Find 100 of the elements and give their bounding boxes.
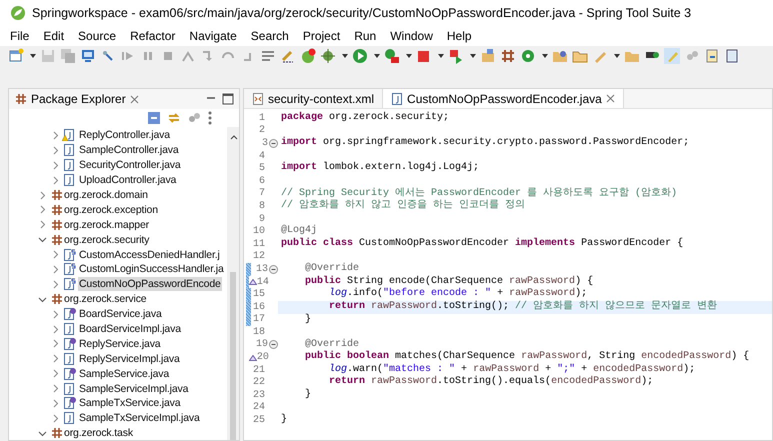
scrollbar[interactable] bbox=[227, 127, 239, 440]
tree-item[interactable]: SecurityController.java bbox=[78, 158, 182, 172]
view-menu-icon[interactable] bbox=[207, 111, 213, 125]
line-number: 4 bbox=[258, 150, 265, 163]
tree-item[interactable]: CustomAccessDeniedHandler.j bbox=[78, 248, 221, 262]
monitor-icon[interactable] bbox=[80, 48, 96, 64]
chevron-down-icon[interactable] bbox=[38, 294, 47, 304]
package-grid-icon bbox=[51, 293, 63, 306]
editor-tab[interactable]: CustomNoOpPasswordEncoder.java bbox=[383, 89, 624, 108]
new-window-icon[interactable] bbox=[8, 48, 24, 64]
stop-icon[interactable] bbox=[416, 48, 432, 64]
line-number: 7 bbox=[258, 187, 265, 201]
tree-item[interactable]: SampleTxServiceImpl.java bbox=[78, 411, 201, 426]
code-line: import org.springframework.security.crypto.password.PasswordEncoder; bbox=[281, 137, 690, 148]
line-number: 3 bbox=[262, 136, 268, 151]
package-grid-icon bbox=[51, 234, 63, 246]
tree-item[interactable]: SampleController.java bbox=[78, 143, 180, 158]
line-number: 5 bbox=[258, 162, 265, 176]
tree-item[interactable]: CustomLoginSuccessHandler.ja bbox=[78, 262, 225, 276]
code-line: @Override bbox=[304, 338, 360, 350]
java-file-interface-icon bbox=[62, 397, 76, 410]
tree-item[interactable]: SampleTxService.java bbox=[78, 396, 182, 410]
code-line: @Log4j bbox=[281, 225, 318, 236]
menu-item[interactable]: Run bbox=[354, 27, 376, 45]
chevron-right-icon[interactable] bbox=[38, 190, 47, 200]
chevron-down-icon[interactable] bbox=[38, 235, 47, 244]
java-file-icon bbox=[62, 174, 76, 186]
code-line: public String encode(CharSequence rawPassword) { bbox=[304, 276, 594, 287]
menu-item[interactable]: Window bbox=[390, 27, 433, 45]
tree-item[interactable]: org.zerock.security bbox=[63, 232, 150, 247]
tree-item[interactable]: SampleService.java bbox=[78, 366, 170, 381]
java-file-s-icon bbox=[62, 278, 76, 290]
line-number: 23 bbox=[252, 388, 265, 402]
tree-item[interactable]: org.zerock.service bbox=[63, 292, 148, 306]
tree-item[interactable]: ReplyController.java bbox=[78, 128, 171, 142]
fold-minus-icon[interactable] bbox=[269, 340, 278, 350]
java-file-icon bbox=[62, 159, 76, 172]
tree-item[interactable]: org.zerock.mapper bbox=[63, 218, 150, 232]
java-file-icon bbox=[62, 323, 76, 336]
menu-item[interactable]: Search bbox=[250, 27, 289, 45]
folder-icon[interactable] bbox=[552, 48, 568, 64]
line-number: 14 bbox=[256, 276, 269, 289]
line-number: 17 bbox=[252, 313, 265, 327]
line-number: 6 bbox=[258, 174, 265, 188]
line-number: 16 bbox=[252, 300, 265, 314]
override-triangle-icon bbox=[248, 354, 257, 361]
tree-item[interactable]: org.zerock.domain bbox=[63, 188, 149, 202]
tree-item[interactable]: org.zerock.task bbox=[63, 426, 134, 440]
chevron-right-icon[interactable] bbox=[38, 220, 47, 230]
tree-item[interactable]: ReplyService.java bbox=[78, 336, 162, 351]
menu-item[interactable]: Edit bbox=[43, 27, 64, 45]
close-icon[interactable] bbox=[606, 94, 615, 103]
chevron-right-icon[interactable] bbox=[38, 205, 47, 214]
java-file-icon bbox=[62, 412, 76, 424]
run-icon[interactable] bbox=[352, 48, 368, 64]
package-grid-icon bbox=[51, 218, 63, 231]
document-icon[interactable] bbox=[724, 48, 740, 64]
code-line: // Spring Security 에서는 PasswordEncoder 를 사용하도록 요구함 (암호화) bbox=[281, 188, 678, 199]
code-line: // 암호화를 하지 않고 인증을 하는 인코더를 정의 bbox=[281, 200, 526, 212]
link-icon[interactable] bbox=[167, 111, 181, 125]
chevron-down-icon[interactable] bbox=[38, 428, 47, 438]
line-number: 19 bbox=[256, 338, 268, 352]
line-number: 12 bbox=[252, 250, 265, 264]
menu-item[interactable]: Help bbox=[446, 27, 472, 45]
close-icon[interactable] bbox=[130, 94, 139, 104]
tree-item[interactable]: ReplyServiceImpl.java bbox=[78, 352, 181, 366]
java-file-icon bbox=[62, 352, 76, 365]
menu-item[interactable]: Refactor bbox=[130, 27, 176, 45]
menu-item[interactable]: Source bbox=[78, 27, 116, 45]
java-file-s-icon bbox=[62, 248, 76, 261]
package-grid-icon bbox=[51, 204, 63, 216]
line-number: 10 bbox=[252, 225, 265, 239]
scrollbar-thumb[interactable] bbox=[230, 272, 236, 440]
code-line: @Override bbox=[304, 263, 360, 274]
line-number: 9 bbox=[258, 212, 265, 226]
tree-item[interactable]: org.zerock.exception bbox=[63, 202, 159, 217]
java-file-icon bbox=[62, 144, 76, 156]
line-number: 25 bbox=[252, 414, 265, 428]
code-line: log.warn("matches : " + rawPassword + ";" + encodedPassword); bbox=[328, 364, 696, 375]
tree-item[interactable]: SampleServiceImpl.java bbox=[78, 382, 190, 396]
tree-item[interactable]: CustomNoOpPasswordEncode bbox=[78, 277, 222, 292]
line-number: 24 bbox=[252, 401, 265, 415]
xml-file-icon bbox=[252, 92, 264, 104]
java-file-interface-icon bbox=[62, 308, 76, 320]
save-all-icon[interactable] bbox=[60, 48, 76, 64]
fold-minus-icon[interactable] bbox=[269, 138, 278, 148]
line-number: 2 bbox=[258, 124, 265, 138]
code-line: } bbox=[281, 414, 288, 426]
collapse-all-icon[interactable] bbox=[147, 111, 161, 125]
menu-item[interactable]: Project bbox=[302, 27, 340, 45]
tree-item[interactable]: UploadController.java bbox=[78, 173, 178, 188]
tree-item[interactable]: BoardService.java bbox=[78, 307, 163, 322]
menu-item[interactable]: File bbox=[10, 27, 30, 45]
code-line: } bbox=[304, 314, 312, 324]
line-number: 18 bbox=[252, 326, 265, 339]
menu-item[interactable]: Navigate bbox=[189, 27, 237, 45]
fold-minus-icon[interactable] bbox=[269, 264, 278, 274]
tree-item[interactable]: BoardServiceImpl.java bbox=[78, 322, 182, 336]
override-triangle-icon bbox=[248, 279, 257, 286]
line-number: 15 bbox=[252, 288, 265, 302]
